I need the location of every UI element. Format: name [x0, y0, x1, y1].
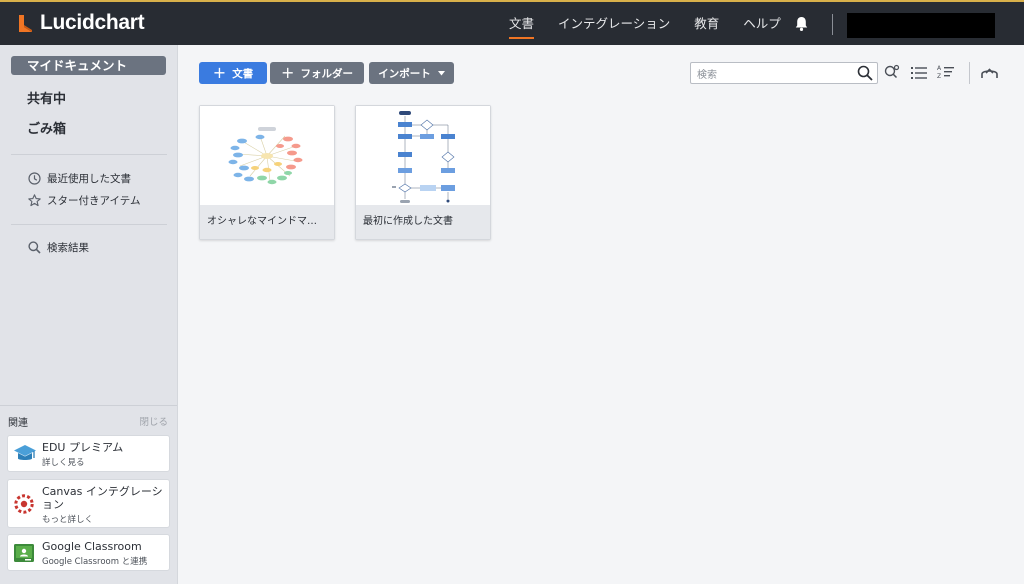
- document-card[interactable]: 最初に作成した文書: [355, 105, 491, 240]
- sidebar-item-recent[interactable]: 最近使用した文書: [28, 171, 131, 186]
- flowchart-thumbnail: [356, 106, 490, 205]
- graduation-cap-icon: [14, 445, 36, 460]
- sidebar-divider: [11, 224, 167, 225]
- new-document-button[interactable]: + 文書: [199, 62, 267, 84]
- nav-documents[interactable]: 文書: [509, 16, 535, 39]
- related-card-subtitle: Google Classroom と連携: [42, 557, 148, 567]
- sidebar-item-starred[interactable]: スター付きアイテム: [28, 193, 140, 208]
- sidebar-item-trash[interactable]: ごみ箱: [27, 118, 66, 137]
- search-settings-icon[interactable]: [884, 64, 900, 80]
- sidebar-item-label: 検索結果: [47, 242, 89, 254]
- search-input[interactable]: [691, 65, 841, 86]
- button-label: フォルダー: [300, 67, 353, 80]
- search-icon: [28, 241, 41, 254]
- google-classroom-icon: [14, 544, 34, 562]
- related-card-edu-premium[interactable]: EDU プレミアム 詳しく見る: [7, 435, 170, 472]
- nav-help[interactable]: ヘルプ: [743, 16, 781, 32]
- nav-integrations[interactable]: インテグレーション: [558, 16, 670, 32]
- related-close-link[interactable]: 閉じる: [139, 414, 168, 428]
- import-button[interactable]: インポート: [369, 62, 454, 84]
- user-account-box[interactable]: [847, 13, 995, 38]
- button-label: インポート: [378, 67, 431, 80]
- star-icon: [28, 194, 41, 207]
- related-title: 関連: [8, 418, 28, 429]
- clock-icon: [28, 172, 41, 185]
- brand-logo[interactable]: Lucidchart: [18, 11, 145, 35]
- sort-icon[interactable]: A Z: [937, 64, 954, 80]
- search-box: [690, 62, 878, 86]
- top-navigation: 文書 インテグレーション 教育 ヘルプ: [509, 16, 805, 39]
- bell-icon[interactable]: [794, 16, 809, 32]
- sidebar-item-label: スター付きアイテム: [47, 195, 141, 207]
- related-card-google-classroom[interactable]: Google Classroom Google Classroom と連携: [7, 534, 170, 571]
- brand-name: Lucidchart: [40, 11, 145, 34]
- plus-icon: +: [281, 63, 295, 82]
- top-bar: Lucidchart 文書 インテグレーション 教育 ヘルプ: [0, 0, 1024, 45]
- nav-education[interactable]: 教育: [694, 16, 719, 32]
- svg-text:A: A: [937, 65, 942, 72]
- document-card[interactable]: オシャレなマインドマ…: [199, 105, 335, 240]
- sidebar-item-label: 最近使用した文書: [47, 173, 131, 185]
- mind-map-thumbnail: [200, 106, 334, 205]
- topbar-divider: [832, 14, 833, 35]
- new-folder-button[interactable]: + フォルダー: [270, 62, 364, 84]
- sidebar-item-shared[interactable]: 共有中: [27, 88, 66, 107]
- canvas-icon: [14, 494, 34, 514]
- lucidchart-logo-icon: [19, 15, 32, 32]
- svg-text:Z: Z: [937, 73, 941, 80]
- related-card-canvas[interactable]: Canvas インテグレーション もっと詳しく: [7, 479, 170, 528]
- related-panel: 関連 閉じる EDU プレミアム 詳しく見る Canvas インテグレーション …: [0, 405, 177, 584]
- related-card-subtitle: もっと詳しく: [42, 515, 94, 525]
- caret-down-icon: [437, 70, 445, 75]
- related-card-title: EDU プレミアム: [42, 441, 124, 454]
- related-card-title: Google Classroom: [42, 540, 142, 553]
- sidebar-divider: [11, 154, 167, 155]
- list-view-icon[interactable]: [911, 66, 927, 80]
- toolbar-divider: [969, 62, 970, 84]
- sidebar-item-my-documents[interactable]: マイドキュメント: [11, 56, 166, 75]
- search-icon[interactable]: [857, 65, 873, 81]
- button-label: 文書: [232, 67, 254, 80]
- plus-icon: +: [212, 63, 227, 82]
- related-card-subtitle: 詳しく見る: [42, 458, 85, 468]
- sidebar-item-search-results[interactable]: 検索結果: [28, 240, 89, 255]
- collapse-panel-icon[interactable]: [981, 66, 998, 79]
- related-card-title: Canvas インテグレーション: [42, 485, 163, 511]
- sidebar: マイドキュメント 共有中 ごみ箱 最近使用した文書 スター付きアイテム 検索結果…: [0, 45, 178, 584]
- document-name: オシャレなマインドマ…: [200, 205, 334, 239]
- document-name: 最初に作成した文書: [356, 205, 490, 239]
